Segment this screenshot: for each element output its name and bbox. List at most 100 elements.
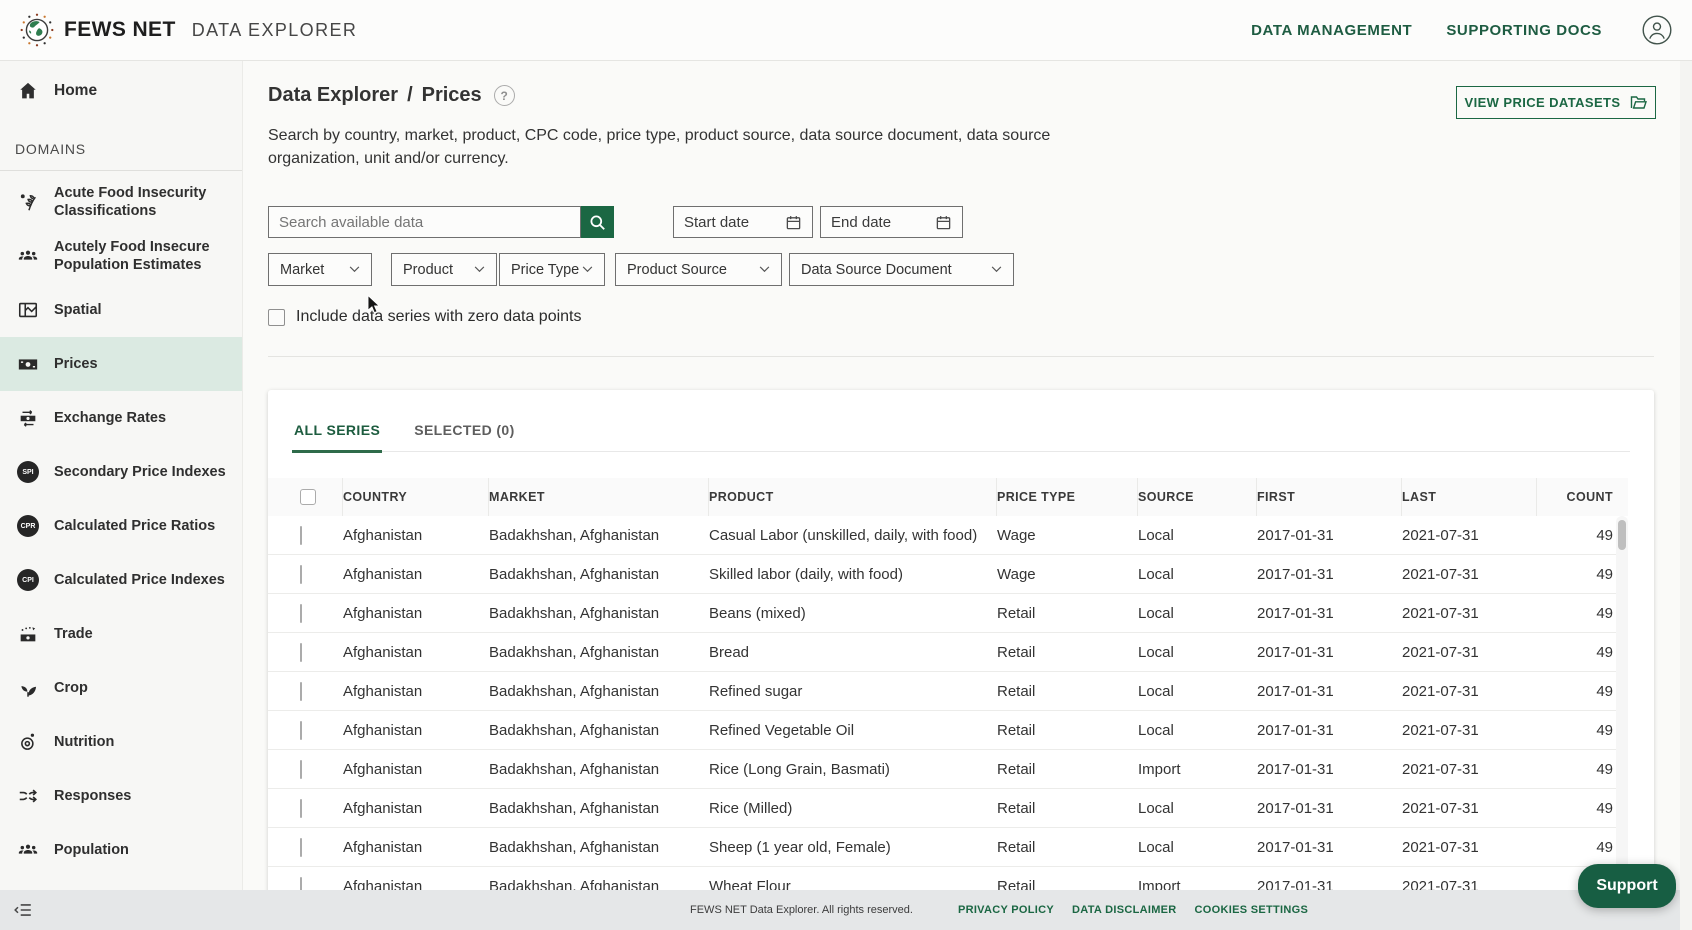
sidebar-item-label: Calculated Price Indexes	[54, 571, 225, 589]
help-icon[interactable]: ?	[494, 85, 515, 106]
data-disclaimer-link[interactable]: DATA DISCLAIMER	[1072, 904, 1177, 916]
sidebar-item[interactable]: Acutely Food Insecure Population Estimat…	[0, 229, 242, 283]
tab-all-series[interactable]: ALL SERIES	[292, 422, 382, 453]
user-avatar-icon[interactable]	[1642, 15, 1672, 45]
filter-product[interactable]: Product	[391, 253, 497, 286]
support-button[interactable]: Support	[1578, 864, 1676, 908]
table-scrollbar-thumb[interactable]	[1618, 520, 1626, 550]
table-row[interactable]: Afghanistan Badakhshan, Afghanistan Refi…	[268, 672, 1628, 711]
row-checkbox-cell	[292, 683, 343, 700]
select-all-checkbox[interactable]	[300, 489, 316, 505]
sidebar-item[interactable]: Prices	[0, 337, 242, 391]
table-row[interactable]: Afghanistan Badakhshan, Afghanistan Rice…	[268, 750, 1628, 789]
tab-selected[interactable]: SELECTED (0)	[412, 422, 516, 453]
nav-data-management[interactable]: DATA MANAGEMENT	[1251, 22, 1412, 39]
cookies-settings-link[interactable]: COOKIES SETTINGS	[1195, 904, 1309, 916]
search-button[interactable]	[581, 206, 614, 238]
row-checkbox[interactable]	[300, 799, 302, 818]
row-checkbox[interactable]	[300, 721, 302, 740]
collapse-sidebar-icon[interactable]	[12, 899, 34, 921]
sidebar-item[interactable]: Crop	[0, 661, 242, 715]
zero-data-checkbox[interactable]	[268, 309, 285, 326]
row-checkbox[interactable]	[300, 682, 302, 701]
cell-last: 2021-07-31	[1402, 644, 1537, 661]
row-checkbox[interactable]	[300, 604, 302, 623]
tabs: ALL SERIES SELECTED (0)	[292, 408, 1630, 452]
calendar-icon	[785, 214, 802, 231]
sidebar-item-label: Crop	[54, 679, 88, 697]
start-date-field[interactable]: Start date	[673, 206, 813, 238]
sidebar-item[interactable]: Acute Food Insecurity Classifications	[0, 175, 242, 229]
table-scrollbar-track[interactable]	[1616, 516, 1628, 904]
row-checkbox[interactable]	[300, 760, 302, 779]
table-row[interactable]: Afghanistan Badakhshan, Afghanistan Casu…	[268, 516, 1628, 555]
filter-product-source[interactable]: Product Source	[615, 253, 782, 286]
cell-product: Bread	[709, 644, 997, 661]
end-date-field[interactable]: End date	[820, 206, 963, 238]
row-checkbox[interactable]	[300, 643, 302, 662]
cell-country: Afghanistan	[343, 566, 489, 583]
table-row[interactable]: Afghanistan Badakhshan, Afghanistan Refi…	[268, 711, 1628, 750]
sidebar-item[interactable]: SPI Secondary Price Indexes	[0, 445, 242, 499]
page-description: Search by country, market, product, CPC …	[268, 124, 1088, 170]
col-product[interactable]: PRODUCT	[709, 478, 997, 516]
table-body: Afghanistan Badakhshan, Afghanistan Casu…	[268, 516, 1628, 910]
sidebar-item-label: Acutely Food Insecure Population Estimat…	[54, 238, 234, 274]
cell-first: 2017-01-31	[1257, 800, 1402, 817]
chevron-down-icon	[582, 266, 593, 273]
sidebar-item[interactable]: Responses	[0, 769, 242, 823]
view-price-datasets-label: VIEW PRICE DATASETS	[1465, 95, 1621, 110]
sidebar-item-icon: SPI	[16, 461, 40, 483]
row-checkbox[interactable]	[300, 838, 302, 857]
sidebar-item-label: Nutrition	[54, 733, 114, 751]
cell-country: Afghanistan	[343, 800, 489, 817]
sidebar-item[interactable]: CPI Calculated Price Indexes	[0, 553, 242, 607]
cell-count: 49	[1537, 683, 1613, 700]
sidebar-item[interactable]: Population	[0, 823, 242, 877]
sidebar-item[interactable]: CPR Calculated Price Ratios	[0, 499, 242, 553]
filter-price-type[interactable]: Price Type	[499, 253, 605, 286]
cell-first: 2017-01-31	[1257, 644, 1402, 661]
nav-supporting-docs[interactable]: SUPPORTING DOCS	[1446, 22, 1602, 39]
table-row[interactable]: Afghanistan Badakhshan, Afghanistan Brea…	[268, 633, 1628, 672]
table-row[interactable]: Afghanistan Badakhshan, Afghanistan Shee…	[268, 828, 1628, 867]
col-market[interactable]: MARKET	[489, 478, 709, 516]
col-source[interactable]: SOURCE	[1138, 478, 1257, 516]
breadcrumb-parent[interactable]: Data Explorer	[268, 84, 398, 107]
sidebar-item[interactable]: Spatial	[0, 283, 242, 337]
table-row[interactable]: Afghanistan Badakhshan, Afghanistan Rice…	[268, 789, 1628, 828]
chevron-down-icon	[991, 266, 1002, 273]
table-row[interactable]: Afghanistan Badakhshan, Afghanistan Bean…	[268, 594, 1628, 633]
filter-market[interactable]: Market	[268, 253, 372, 286]
sidebar-item[interactable]: Trade	[0, 607, 242, 661]
cell-count: 49	[1537, 722, 1613, 739]
sidebar-item-label: Calculated Price Ratios	[54, 517, 215, 535]
breadcrumb-current: Prices	[422, 84, 482, 107]
cell-source: Local	[1138, 605, 1257, 622]
col-last[interactable]: LAST	[1402, 478, 1537, 516]
col-price-type[interactable]: PRICE TYPE	[997, 478, 1138, 516]
page-scrollbar-track[interactable]	[1680, 61, 1692, 930]
col-country[interactable]: COUNTRY	[343, 478, 489, 516]
table-header: COUNTRY MARKET PRODUCT PRICE TYPE SOURCE…	[268, 478, 1628, 516]
brand: FEWS NET DATA EXPLORER	[20, 13, 357, 47]
col-first[interactable]: FIRST	[1257, 478, 1402, 516]
filter-data-source-document[interactable]: Data Source Document	[789, 253, 1014, 286]
privacy-policy-link[interactable]: PRIVACY POLICY	[958, 904, 1054, 916]
row-checkbox[interactable]	[300, 565, 302, 584]
filter-data-source-document-label: Data Source Document	[801, 262, 952, 278]
col-count[interactable]: COUNT	[1537, 478, 1613, 516]
row-checkbox[interactable]	[300, 526, 302, 545]
search-input[interactable]	[268, 206, 581, 238]
filter-price-type-label: Price Type	[511, 262, 579, 278]
cell-market: Badakhshan, Afghanistan	[489, 761, 709, 778]
view-price-datasets-button[interactable]: VIEW PRICE DATASETS	[1456, 86, 1656, 119]
table-row[interactable]: Afghanistan Badakhshan, Afghanistan Skil…	[268, 555, 1628, 594]
sidebar-item-label: Prices	[54, 355, 98, 373]
sidebar-item[interactable]: Exchange Rates	[0, 391, 242, 445]
sidebar-item-label: Exchange Rates	[54, 409, 166, 427]
sidebar-item-icon	[16, 677, 40, 699]
sidebar-item-home[interactable]: Home	[0, 74, 242, 108]
brand-suffix: DATA EXPLORER	[192, 20, 358, 41]
sidebar-item[interactable]: Nutrition	[0, 715, 242, 769]
